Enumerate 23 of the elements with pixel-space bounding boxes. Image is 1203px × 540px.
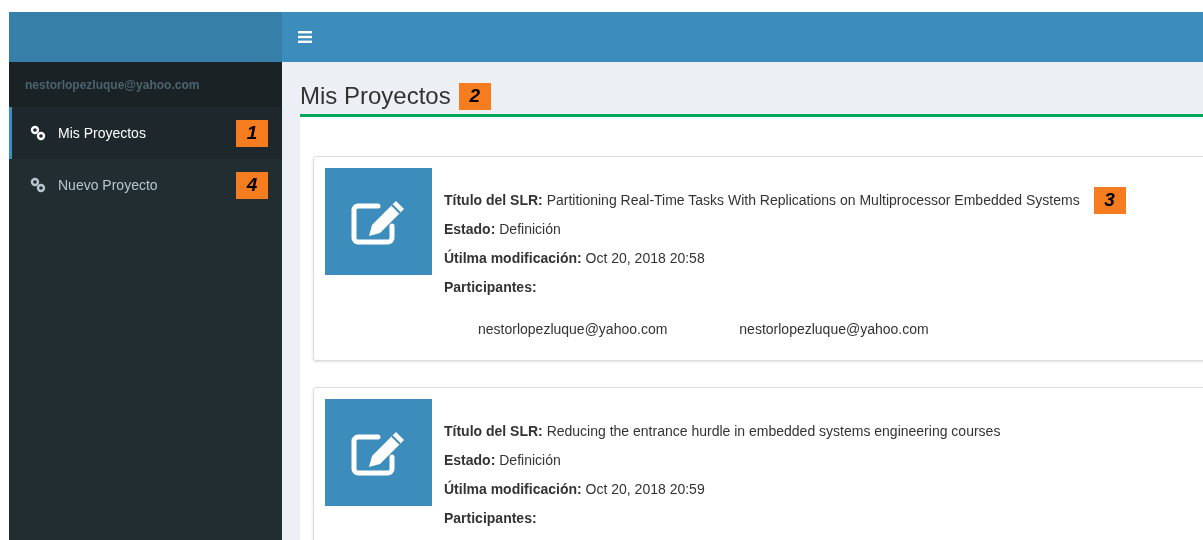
project-field: Título del SLR: Partitioning Real-Time Tasks With Replications on Multiprocessor Embedded Systems	[444, 190, 1080, 211]
project-field: Útilma modificación: Oct 20, 2018 20:58	[444, 248, 705, 269]
callout-number: 3	[1093, 187, 1126, 214]
participant-email: nestorlopezluque@yahoo.com	[478, 320, 668, 339]
sidebar-item[interactable]: Nuevo Proyecto 4	[9, 159, 282, 211]
project-field: Título del SLR: Reducing the entrance hurdle in embedded systems engineering courses	[444, 421, 1001, 442]
link-icon	[30, 177, 46, 193]
sidebar-item-label: Mis Proyectos	[58, 123, 147, 143]
project-field: Estado: Definición	[444, 219, 561, 240]
project-field: Estado: Definición	[444, 450, 561, 471]
sidebar-item-label: Nuevo Proyecto	[58, 175, 159, 195]
project-field: Participantes:	[444, 277, 537, 298]
project-field: Participantes:	[444, 508, 537, 529]
participant-email: nestorlopezluque@yahoo.com	[739, 320, 929, 339]
callout-number: 1	[236, 119, 268, 147]
menu-icon[interactable]	[298, 31, 312, 43]
sidebar-item[interactable]: Mis Proyectos 1	[9, 107, 282, 159]
user-email: nestorlopezluque@yahoo.com	[25, 76, 200, 94]
link-icon	[30, 125, 46, 141]
callout-number: 4	[236, 171, 268, 199]
callout-number: 2	[458, 82, 491, 110]
page-title: Mis Proyectos	[300, 84, 451, 108]
project-field: Útilma modificación: Oct 20, 2018 20:59	[444, 479, 705, 500]
